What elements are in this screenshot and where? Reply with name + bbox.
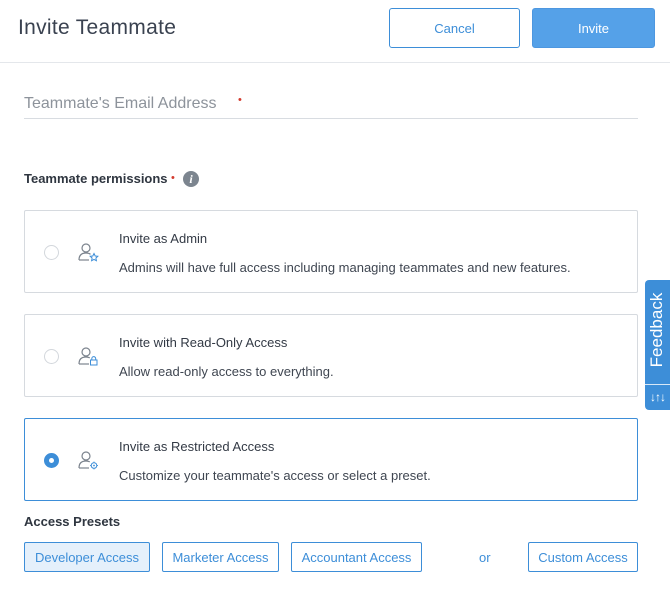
page-title: Invite Teammate [18, 16, 177, 39]
or-separator: or [479, 550, 491, 565]
email-field[interactable] [24, 92, 638, 116]
feedback-tab[interactable]: Feedback ↓↑↓ [645, 280, 670, 410]
permission-option-restricted[interactable]: Invite as Restricted Access Customize yo… [24, 418, 638, 501]
modal-header: Invite Teammate Cancel Invite [0, 0, 670, 63]
info-icon[interactable]: i [183, 171, 199, 187]
access-presets-label: Access Presets [24, 514, 121, 529]
cancel-button[interactable]: Cancel [389, 8, 520, 48]
option-title-admin: Invite as Admin [119, 231, 208, 246]
feedback-sort-icon: ↓↑↓ [650, 390, 666, 404]
feedback-divider [645, 384, 670, 385]
permission-option-read-only[interactable]: Invite with Read-Only Access Allow read-… [24, 314, 638, 397]
user-lock-icon [78, 347, 98, 366]
radio-admin[interactable] [44, 245, 59, 260]
preset-developer-button[interactable]: Developer Access [24, 542, 150, 572]
option-description-read-only: Allow read-only access to everything. [119, 364, 334, 379]
option-title-restricted: Invite as Restricted Access [119, 439, 275, 454]
option-title-read-only: Invite with Read-Only Access [119, 335, 288, 350]
email-required-mark: • [238, 94, 242, 106]
invite-button[interactable]: Invite [532, 8, 655, 48]
feedback-label: Feedback [647, 292, 666, 368]
user-gear-icon [78, 451, 98, 470]
custom-access-button[interactable]: Custom Access [528, 542, 638, 572]
preset-marketer-button[interactable]: Marketer Access [162, 542, 279, 572]
permissions-label: Teammate permissions [24, 171, 168, 186]
permissions-required-mark: • [171, 172, 175, 184]
option-description-restricted: Customize your teammate's access or sele… [119, 468, 431, 483]
permission-option-admin[interactable]: Invite as Admin Admins will have full ac… [24, 210, 638, 293]
user-star-icon [78, 243, 99, 262]
radio-restricted[interactable] [44, 453, 59, 468]
option-description-admin: Admins will have full access including m… [119, 260, 571, 275]
email-field-wrapper [24, 92, 638, 119]
radio-read-only[interactable] [44, 349, 59, 364]
preset-accountant-button[interactable]: Accountant Access [291, 542, 422, 572]
